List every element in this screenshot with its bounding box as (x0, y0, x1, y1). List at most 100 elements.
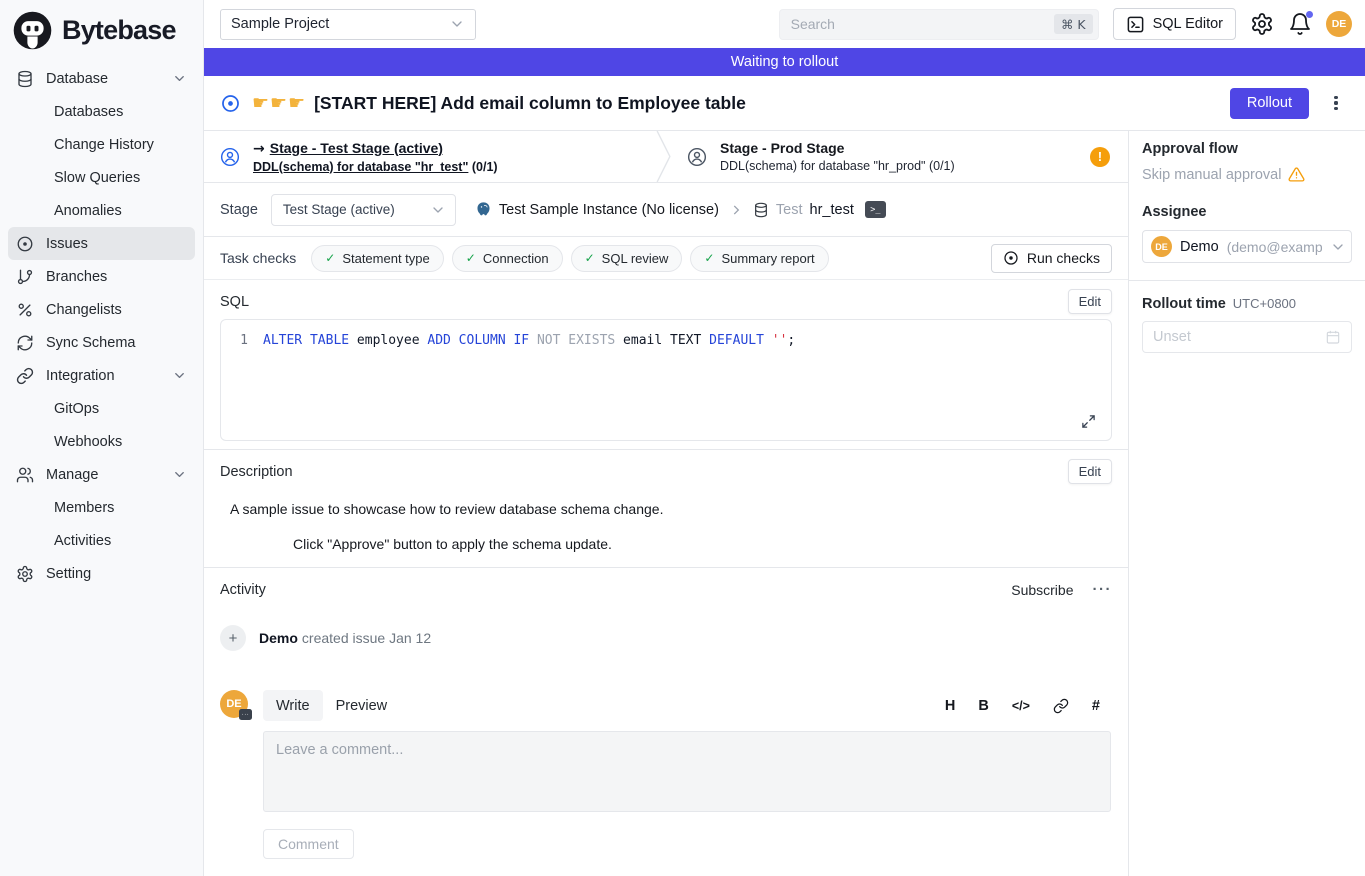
sql-code-editor[interactable]: 1 ALTER TABLE employee ADD COLUMN IF NOT… (220, 319, 1112, 441)
comment-textarea[interactable] (263, 731, 1111, 812)
stage-name: Stage - Test Stage (active) (270, 140, 443, 156)
settings-gear-button[interactable] (1250, 12, 1274, 36)
divider (1129, 280, 1365, 281)
description-line: A sample issue to showcase how to review… (230, 501, 1112, 517)
sidebar-item-label: GitOps (54, 401, 99, 417)
gear-icon (16, 565, 34, 583)
center-column: → Stage - Test Stage (active) DDL(schema)… (204, 131, 1128, 876)
stage-select[interactable]: Test Stage (active) (271, 194, 456, 226)
topbar-right: Search ⌘ K SQL Editor DE (779, 8, 1352, 40)
link-format-button[interactable] (1053, 698, 1069, 714)
comment-editor: DE ··· Write Preview H B </> (220, 690, 1112, 859)
hash-format-button[interactable]: # (1092, 698, 1100, 714)
stage-select-label: Stage (220, 202, 258, 218)
pointing-hands-emoji: ☛☛☛ (252, 92, 306, 114)
assignee-select[interactable]: DE Demo (demo@example (1142, 230, 1352, 263)
open-sql-editor-badge[interactable]: >_ (865, 201, 886, 218)
sidebar-item-setting[interactable]: Setting (8, 557, 195, 590)
database-breadcrumb: Test Sample Instance (No license) Test h… (475, 201, 886, 218)
app-root: Bytebase Database Databases Change History… (0, 0, 1365, 876)
plus-icon: + (220, 625, 246, 651)
sidebar-nav: Database Databases Change HistorySlow Quer… (0, 60, 203, 590)
run-checks-label: Run checks (1027, 250, 1100, 266)
comment-avatar: DE ··· (220, 690, 248, 718)
instance-name[interactable]: Test Sample Instance (No license) (499, 202, 719, 218)
bold-format-button[interactable]: B (978, 698, 988, 714)
task-check-pill-statement-type[interactable]: ✓Statement type (311, 245, 444, 272)
stage-card-text: → Stage - Test Stage (active) DDL(schema)… (253, 140, 498, 174)
status-banner: Waiting to rollout (204, 48, 1365, 76)
task-check-pill-connection[interactable]: ✓Connection (452, 245, 563, 272)
stage-separator (656, 131, 671, 182)
rollout-time-picker[interactable]: Unset (1142, 321, 1352, 353)
sidebar-item-label: Databases (54, 104, 123, 120)
comment-submit-button[interactable]: Comment (263, 829, 354, 859)
comment-toolbar: H B </> # (945, 698, 1112, 714)
expand-editor-icon[interactable] (1081, 414, 1096, 429)
issue-status-icon (221, 94, 240, 113)
description-line: Click "Approve" button to apply the sche… (293, 536, 1112, 552)
sidebar-item-manage[interactable]: Manage (8, 458, 195, 491)
sidebar-item-databases[interactable]: Databases (8, 95, 195, 128)
current-stage-arrow: → (253, 141, 265, 157)
task-check-pills: ✓Statement type ✓Connection ✓SQL review ✓Su… (311, 245, 828, 272)
task-check-pill-sql-review[interactable]: ✓SQL review (571, 245, 683, 272)
sidebar-item-label: Branches (46, 269, 107, 285)
tab-write[interactable]: Write (263, 690, 323, 721)
sidebar-item-label: Database (46, 71, 108, 87)
search-shortcut-badge: ⌘ K (1054, 14, 1093, 34)
kebab-menu-icon[interactable] (1327, 92, 1345, 114)
sidebar-item-activities[interactable]: Activities (8, 524, 195, 557)
bytebase-logo-icon (12, 10, 53, 51)
approval-flow-value: Skip manual approval (1142, 166, 1352, 183)
stage-task-detail: DDL(schema) for database "hr_test" (253, 160, 468, 174)
sidebar-item-slow-queries[interactable]: Slow Queries (8, 161, 195, 194)
subscribe-button[interactable]: Subscribe (1011, 582, 1073, 598)
description-edit-button[interactable]: Edit (1068, 459, 1112, 484)
notifications-bell-button[interactable] (1288, 12, 1312, 36)
activity-menu-icon[interactable]: ··· (1093, 581, 1113, 598)
search-input[interactable]: Search ⌘ K (779, 9, 1099, 40)
sidebar-item-integration[interactable]: Integration (8, 359, 195, 392)
sidebar-item-changelists[interactable]: Changelists (8, 293, 195, 326)
user-avatar[interactable]: DE (1326, 11, 1352, 37)
assignee-title: Assignee (1142, 204, 1352, 220)
chat-bubble-badge-icon: ··· (239, 709, 252, 720)
activity-actor: Demo (259, 630, 298, 646)
activity-item: + Democreated issue Jan 12 (220, 625, 1112, 651)
sidebar-item-anomalies[interactable]: Anomalies (8, 194, 195, 227)
task-check-label: Summary report (721, 251, 814, 266)
stage-select-value: Test Stage (active) (283, 202, 395, 217)
warning-triangle-icon (1288, 166, 1305, 183)
heading-format-button[interactable]: H (945, 698, 955, 714)
tab-preview[interactable]: Preview (323, 690, 401, 721)
activity-section: Activity Subscribe ··· + Democreated iss… (204, 568, 1128, 876)
brand-logo[interactable]: Bytebase (0, 0, 203, 60)
sql-edit-button[interactable]: Edit (1068, 289, 1112, 314)
task-check-pill-summary-report[interactable]: ✓Summary report (690, 245, 828, 272)
changelist-icon (16, 301, 34, 319)
stage-card-text: Stage - Prod Stage DDL(schema) for datab… (720, 140, 955, 173)
sidebar-item-sync-schema[interactable]: Sync Schema (8, 326, 195, 359)
sidebar-item-issues[interactable]: Issues (8, 227, 195, 260)
sidebar-item-members[interactable]: Members (8, 491, 195, 524)
sidebar-item-change-history[interactable]: Change History (8, 128, 195, 161)
rollout-button[interactable]: Rollout (1230, 88, 1309, 119)
sql-section-title: SQL (220, 294, 249, 310)
sidebar-item-webhooks[interactable]: Webhooks (8, 425, 195, 458)
rollout-time-row: Rollout time UTC+0800 (1142, 296, 1352, 312)
issue-title-text: [START HERE] Add email column to Employe… (314, 93, 746, 114)
sidebar-item-gitops[interactable]: GitOps (8, 392, 195, 425)
rollout-time-title: Rollout time (1142, 296, 1226, 312)
project-select[interactable]: Sample Project (220, 9, 476, 40)
code-format-button[interactable]: </> (1012, 699, 1030, 713)
sidebar-item-branches[interactable]: Branches (8, 260, 195, 293)
database-name[interactable]: hr_test (810, 202, 854, 218)
stage-name: Stage - Prod Stage (720, 140, 955, 156)
stage-card-prod[interactable]: Stage - Prod Stage DDL(schema) for datab… (671, 131, 1128, 182)
stage-card-test[interactable]: → Stage - Test Stage (active) DDL(schema)… (204, 131, 656, 182)
sidebar-item-label: Changelists (46, 302, 122, 318)
run-checks-button[interactable]: Run checks (991, 244, 1112, 273)
sidebar-item-database[interactable]: Database (8, 62, 195, 95)
sql-editor-button[interactable]: SQL Editor (1113, 8, 1236, 40)
